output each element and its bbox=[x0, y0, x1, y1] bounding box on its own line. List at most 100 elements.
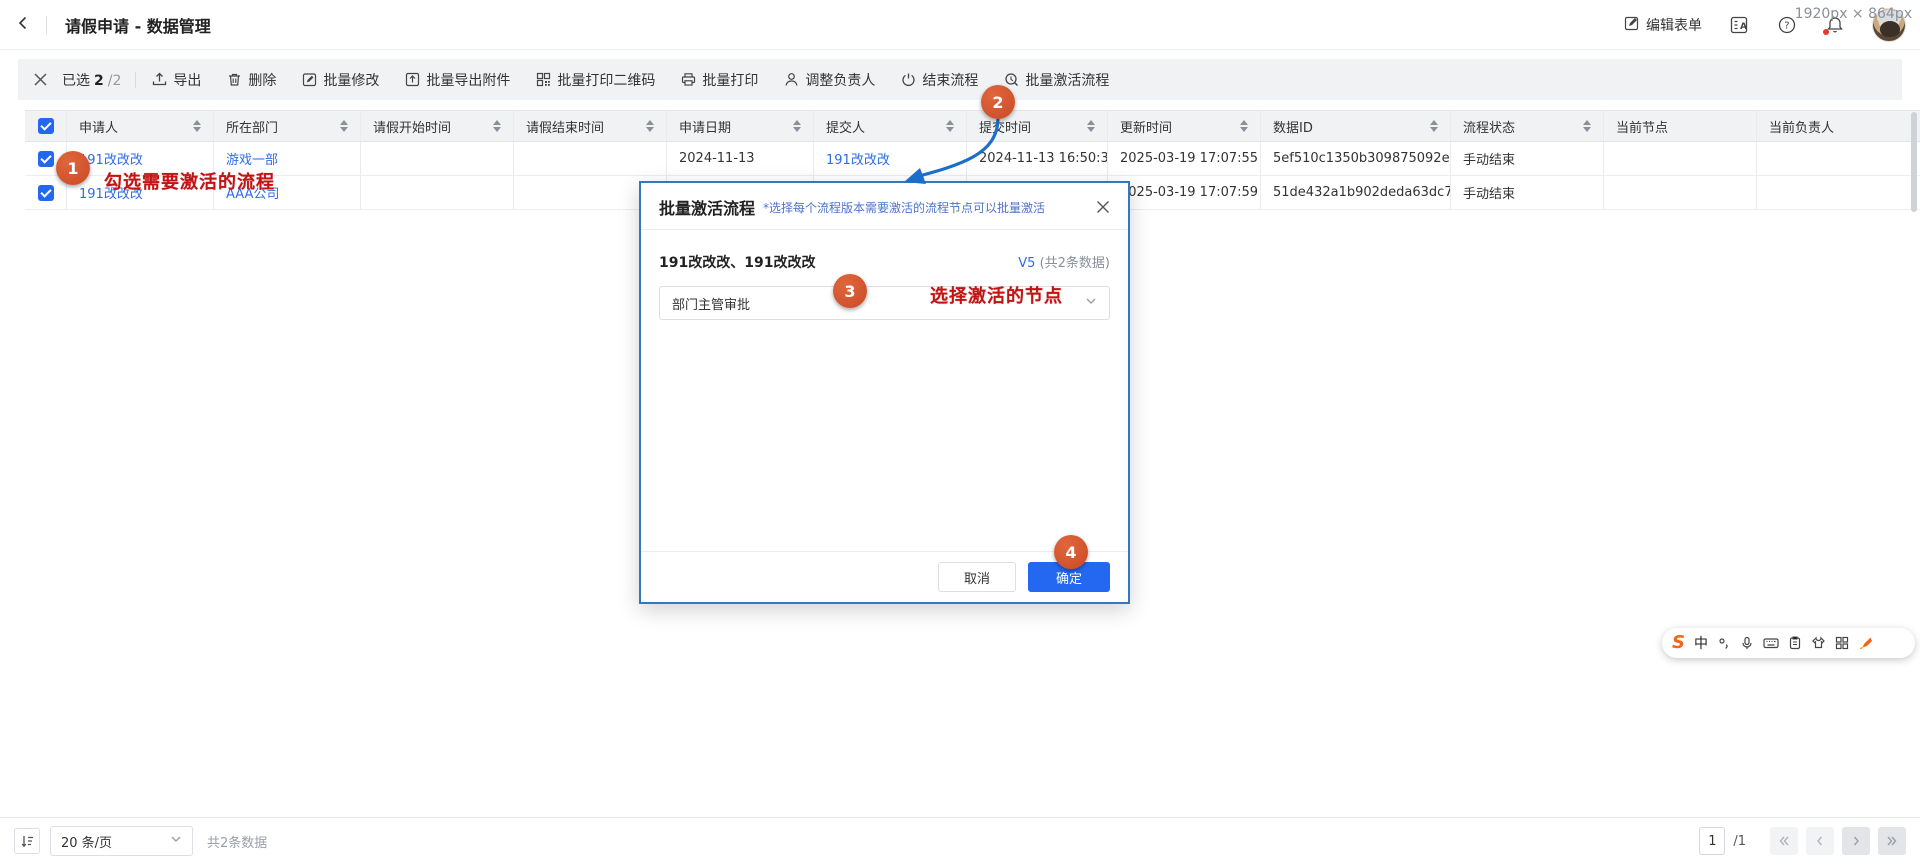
col-workflow-status[interactable]: 流程状态 bbox=[1451, 111, 1604, 141]
col-leave-start[interactable]: 请假开始时间 bbox=[361, 111, 514, 141]
back-chevron-icon bbox=[16, 15, 30, 34]
ime-mic-icon[interactable] bbox=[1740, 636, 1754, 650]
cell-leave-end bbox=[514, 142, 667, 175]
ime-punctuation-icon[interactable] bbox=[1717, 636, 1731, 650]
first-page-button[interactable] bbox=[1770, 827, 1798, 855]
export-button[interactable]: 导出 bbox=[152, 70, 201, 90]
chevron-right-icon bbox=[1850, 835, 1862, 847]
adjust-owner-button[interactable]: 调整负责人 bbox=[784, 70, 875, 90]
sort-icon[interactable] bbox=[793, 120, 801, 132]
delete-button[interactable]: 删除 bbox=[227, 70, 276, 90]
cell-current-owner bbox=[1757, 142, 1915, 175]
svg-text:?: ? bbox=[1784, 21, 1789, 32]
edit-form-label: 编辑表单 bbox=[1646, 15, 1702, 35]
ime-toolbar: S 中 bbox=[1662, 628, 1915, 658]
current-page-input[interactable]: 1 bbox=[1699, 827, 1725, 855]
form-a-button[interactable]: A bbox=[1728, 14, 1750, 36]
header-divider bbox=[46, 16, 47, 34]
export-label: 导出 bbox=[173, 70, 201, 90]
cell-submitter[interactable]: 191改改改 bbox=[814, 142, 967, 175]
batch-print-qrcode-button[interactable]: 批量打印二维码 bbox=[536, 70, 655, 90]
pagination: 1 /1 bbox=[1699, 827, 1906, 855]
display-settings-button[interactable] bbox=[14, 828, 40, 854]
col-update-time[interactable]: 更新时间 bbox=[1108, 111, 1261, 141]
user-avatar[interactable] bbox=[1872, 8, 1906, 42]
col-data-id[interactable]: 数据ID bbox=[1261, 111, 1451, 141]
sort-settings-icon bbox=[20, 834, 35, 849]
cell-workflow-status: 手动结束 bbox=[1451, 176, 1604, 209]
col-apply-date[interactable]: 申请日期 bbox=[667, 111, 814, 141]
sort-icon[interactable] bbox=[340, 120, 348, 132]
batch-modify-button[interactable]: 批量修改 bbox=[302, 70, 379, 90]
ime-clipboard-icon[interactable] bbox=[1788, 636, 1802, 650]
form-a-icon: A bbox=[1729, 15, 1749, 35]
notifications-button[interactable] bbox=[1824, 14, 1846, 36]
selected-count-value: 2 bbox=[94, 73, 104, 89]
sort-icon[interactable] bbox=[493, 120, 501, 132]
batch-modify-label: 批量修改 bbox=[323, 70, 379, 90]
last-page-button[interactable] bbox=[1878, 827, 1906, 855]
page-of-label: /1 bbox=[1733, 834, 1746, 849]
row-checkbox[interactable] bbox=[38, 185, 54, 201]
modal-title: 批量激活流程 bbox=[659, 195, 755, 219]
total-records-text: 共2条数据 bbox=[207, 832, 267, 851]
batch-export-attachments-button[interactable]: 批量导出附件 bbox=[405, 70, 510, 90]
modal-subtitle: *选择每个流程版本需要激活的流程节点可以批量激活 bbox=[763, 199, 1045, 216]
next-page-button[interactable] bbox=[1842, 827, 1870, 855]
cell-current-node bbox=[1604, 176, 1757, 209]
version-label: V5 bbox=[1018, 256, 1035, 271]
table-row: 191改改改 游戏一部 2024-11-13 191改改改 2024-11-13… bbox=[25, 142, 1920, 176]
selected-label: 已选 bbox=[62, 70, 90, 90]
trash-icon bbox=[227, 72, 242, 87]
modal-body: 191改改改、191改改改 V5 (共2条数据) 部门主管审批 bbox=[641, 230, 1128, 551]
sort-icon[interactable] bbox=[646, 120, 654, 132]
node-select-value: 部门主管审批 bbox=[672, 294, 750, 313]
ime-mode-chinese[interactable]: 中 bbox=[1694, 633, 1708, 653]
prev-page-button[interactable] bbox=[1806, 827, 1834, 855]
back-button[interactable] bbox=[0, 15, 46, 34]
help-icon: ? bbox=[1777, 15, 1797, 35]
annotation-step1-circle: 1 bbox=[56, 151, 90, 185]
ime-toolbox-icon[interactable] bbox=[1835, 636, 1849, 650]
modal-close-button[interactable] bbox=[1096, 200, 1110, 214]
cell-current-node bbox=[1604, 142, 1757, 175]
page-size-select[interactable]: 20 条/页 bbox=[50, 826, 193, 856]
sort-icon[interactable] bbox=[946, 120, 954, 132]
batch-activate-workflow-button[interactable]: 批量激活流程 bbox=[1004, 70, 1109, 90]
batch-print-button[interactable]: 批量打印 bbox=[681, 70, 758, 90]
col-department[interactable]: 所在部门 bbox=[214, 111, 361, 141]
cell-apply-date: 2024-11-13 bbox=[667, 142, 814, 175]
col-leave-end[interactable]: 请假结束时间 bbox=[514, 111, 667, 141]
clear-selection-button[interactable] bbox=[18, 73, 62, 86]
selected-count: 已选 2/2 bbox=[62, 70, 121, 90]
sort-icon[interactable] bbox=[1087, 120, 1095, 132]
activate-workflow-icon bbox=[1004, 72, 1019, 87]
sort-icon[interactable] bbox=[1430, 120, 1438, 132]
double-chevron-right-icon bbox=[1886, 835, 1898, 847]
end-workflow-label: 结束流程 bbox=[922, 70, 978, 90]
col-submitter[interactable]: 提交人 bbox=[814, 111, 967, 141]
vertical-scrollbar[interactable] bbox=[1911, 112, 1917, 212]
ime-brush-icon[interactable] bbox=[1858, 636, 1873, 650]
end-workflow-button[interactable]: 结束流程 bbox=[901, 70, 978, 90]
ime-keyboard-icon[interactable] bbox=[1763, 636, 1779, 650]
close-icon bbox=[34, 73, 47, 86]
sogou-logo-icon[interactable]: S bbox=[1672, 634, 1685, 652]
help-button[interactable]: ? bbox=[1776, 14, 1798, 36]
batch-activate-modal: 批量激活流程 *选择每个流程版本需要激活的流程节点可以批量激活 191改改改、1… bbox=[639, 181, 1130, 604]
ime-skin-icon[interactable] bbox=[1811, 636, 1826, 650]
col-applicant[interactable]: 申请人 bbox=[67, 111, 214, 141]
adjust-owner-label: 调整负责人 bbox=[805, 70, 875, 90]
batch-export-attachments-label: 批量导出附件 bbox=[426, 70, 510, 90]
edit-form-button[interactable]: 编辑表单 bbox=[1624, 15, 1702, 35]
sort-icon[interactable] bbox=[1240, 120, 1248, 132]
select-all-checkbox[interactable] bbox=[38, 118, 54, 134]
sort-icon[interactable] bbox=[1583, 120, 1591, 132]
sort-icon[interactable] bbox=[193, 120, 201, 132]
annotation-step4-circle: 4 bbox=[1054, 535, 1088, 569]
row-checkbox[interactable] bbox=[38, 151, 54, 167]
annotation-step3-text: 选择激活的节点 bbox=[930, 282, 1063, 308]
cancel-button[interactable]: 取消 bbox=[938, 562, 1016, 592]
app-window: 1920px × 864px 请假申请 - 数据管理 编辑表单 A ? bbox=[0, 0, 1920, 864]
chevron-left-icon bbox=[1814, 835, 1826, 847]
